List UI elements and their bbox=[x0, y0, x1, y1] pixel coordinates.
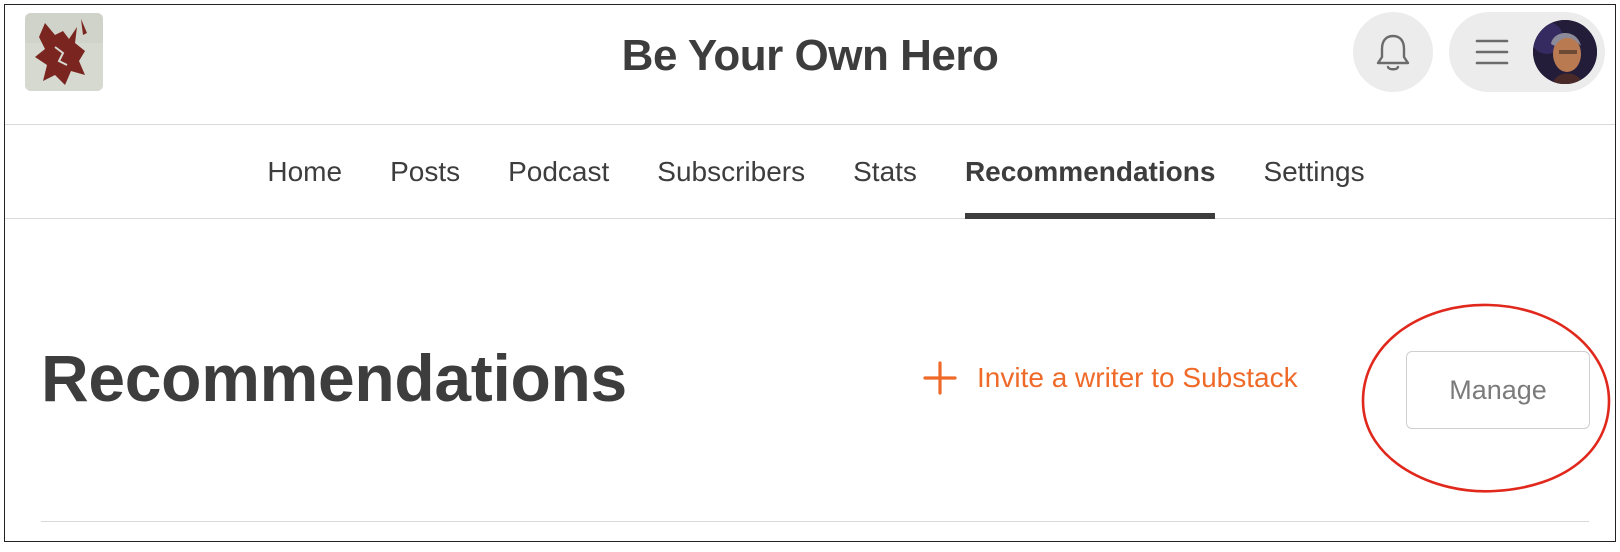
invite-writer-label: Invite a writer to Substack bbox=[977, 362, 1298, 393]
invite-writer-link[interactable]: Invite a writer to Substack bbox=[923, 361, 1298, 395]
plus-icon bbox=[923, 361, 957, 395]
page-title: Recommendations bbox=[41, 341, 627, 415]
top-header: Be Your Own Hero bbox=[5, 5, 1615, 125]
user-avatar bbox=[1533, 20, 1597, 84]
avatar-image-icon bbox=[1533, 20, 1597, 84]
tab-bar: Home Posts Podcast Subscribers Stats Rec… bbox=[5, 125, 1615, 219]
hamburger-icon bbox=[1475, 39, 1509, 65]
tab-home[interactable]: Home bbox=[267, 125, 342, 219]
account-menu-button[interactable] bbox=[1449, 12, 1605, 92]
tab-posts[interactable]: Posts bbox=[390, 125, 460, 219]
tab-stats[interactable]: Stats bbox=[853, 125, 917, 219]
section-divider bbox=[41, 521, 1589, 522]
tab-recommendations[interactable]: Recommendations bbox=[964, 125, 1215, 219]
manage-button[interactable]: Manage bbox=[1406, 351, 1590, 429]
bell-icon bbox=[1376, 34, 1410, 71]
dashboard-nav: Home Posts Podcast Subscribers Stats Rec… bbox=[5, 125, 1615, 219]
app-window: Be Your Own Hero Home Posts Podcast Subs… bbox=[4, 4, 1616, 542]
tab-subscribers[interactable]: Subscribers bbox=[657, 125, 805, 219]
notifications-button[interactable] bbox=[1353, 12, 1433, 92]
tab-podcast[interactable]: Podcast bbox=[508, 125, 609, 219]
tab-settings[interactable]: Settings bbox=[1263, 125, 1364, 219]
